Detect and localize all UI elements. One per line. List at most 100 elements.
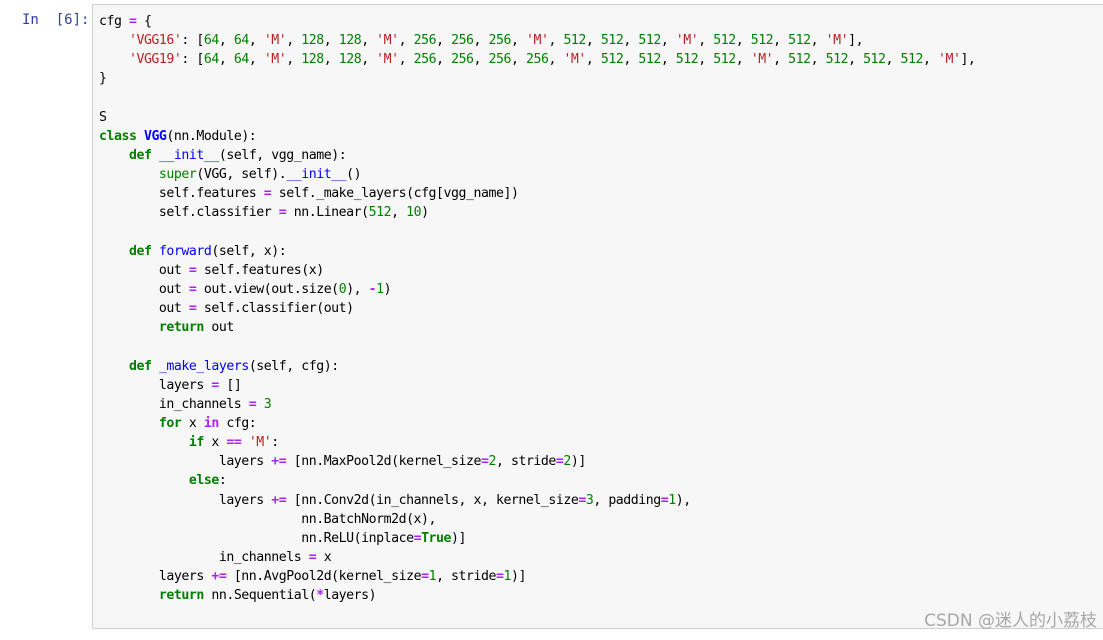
code-token: , <box>218 33 234 49</box>
code-line: layers = [] <box>99 376 975 395</box>
code-line: for x in cfg: <box>99 414 975 433</box>
code-token: 128 <box>301 52 324 68</box>
code-token: , <box>473 33 489 49</box>
code-token: 512 <box>600 33 624 49</box>
code-token: 64 <box>233 33 249 49</box>
code-token: nn.ReLU(inplace <box>99 530 414 546</box>
code-token: 64 <box>203 52 219 68</box>
code-token: , <box>810 33 826 49</box>
code-line: self.classifier = nn.Linear(512, 10) <box>99 203 975 222</box>
code-token: def <box>128 358 152 374</box>
code-token: 512 <box>638 33 661 49</box>
code-token: x <box>203 435 227 451</box>
code-token: (self, x): <box>211 243 287 259</box>
code-token: , padding <box>593 492 661 508</box>
code-token: 'M' <box>248 435 272 451</box>
code-token: (VGG, self). <box>196 167 287 183</box>
code-token: += <box>271 454 287 470</box>
code-token: self.features <box>99 186 264 202</box>
code-line: } <box>99 69 975 88</box>
code-token: , stride <box>436 569 496 585</box>
code-token: VGG <box>143 128 167 144</box>
code-token: self.classifier(out) <box>196 301 354 317</box>
code-token: cfg: <box>218 415 257 431</box>
code-token: , <box>391 205 407 221</box>
code-token: , <box>436 52 452 68</box>
code-token: _make_layers <box>158 358 249 374</box>
code-token: , <box>248 52 264 68</box>
code-line: else: <box>99 471 975 490</box>
code-token: 512 <box>713 52 736 68</box>
code-token: 512 <box>713 33 736 49</box>
code-token: , <box>361 33 377 49</box>
code-token: __init__ <box>158 147 219 163</box>
code-token: , <box>698 33 714 49</box>
code-token: 512 <box>788 33 811 49</box>
code-token: } <box>99 71 107 87</box>
code-line: 'VGG19': [64, 64, 'M', 128, 128, 'M', 25… <box>99 50 976 69</box>
input-prompt: In [6]: <box>22 12 90 28</box>
code-token: else <box>188 473 219 489</box>
code-token: 512 <box>825 52 849 68</box>
code-token: )] <box>510 569 526 585</box>
code-token: ], <box>848 33 864 49</box>
code-token: 1 <box>428 569 437 585</box>
code-token: 1 <box>376 281 384 297</box>
code-token: , <box>848 52 864 68</box>
code-token: in_channels <box>99 549 309 565</box>
code-token: 256 <box>525 52 549 68</box>
code-token: () <box>346 167 362 183</box>
code-text[interactable]: cfg = { 'VGG16': [64, 64, 'M', 128, 128,… <box>99 12 976 605</box>
code-token: , <box>735 33 751 49</box>
code-token: , <box>548 52 564 68</box>
code-line: S <box>99 108 975 127</box>
code-token: ) <box>383 281 392 297</box>
code-token: , <box>660 33 676 49</box>
code-token: 128 <box>301 33 324 49</box>
code-line: return out <box>99 318 975 337</box>
code-token: 256 <box>488 52 512 68</box>
code-token: += <box>211 569 227 585</box>
code-token: += <box>271 492 287 508</box>
code-token: forward <box>158 243 212 259</box>
code-token: layers <box>99 492 272 508</box>
code-line: if x == 'M': <box>99 433 975 452</box>
code-token: = <box>578 492 586 508</box>
code-token: , <box>585 52 601 68</box>
code-token: self.features(x) <box>196 262 324 278</box>
code-token: if <box>188 435 204 451</box>
code-token: (self, cfg): <box>248 358 339 374</box>
code-token: , <box>511 52 526 68</box>
code-token: [nn.AvgPool2d(kernel_size <box>226 569 422 585</box>
code-token: 128 <box>338 52 362 68</box>
code-token: out <box>203 320 234 336</box>
code-line: in_channels = 3 <box>99 395 975 414</box>
code-token: , <box>660 52 676 68</box>
code-token: out <box>99 301 189 317</box>
code-token: 512 <box>600 52 624 68</box>
code-token: [nn.MaxPool2d(kernel_size <box>286 454 482 470</box>
code-token: , <box>922 52 938 68</box>
code-token: , <box>585 33 601 49</box>
code-token: super <box>158 167 197 183</box>
code-line: return nn.Sequential(*layers) <box>99 586 975 605</box>
code-token: : <box>271 435 279 451</box>
code-token: , <box>735 52 751 68</box>
code-token: (self, vgg_name): <box>218 147 347 163</box>
code-line: layers += [nn.MaxPool2d(kernel_size=2, s… <box>99 452 975 471</box>
code-token: 'VGG19' <box>128 52 182 68</box>
code-token: , <box>773 52 789 68</box>
code-token: 64 <box>203 33 219 49</box>
code-token: , <box>323 33 339 49</box>
code-editor[interactable]: cfg = { 'VGG16': [64, 64, 'M', 128, 128,… <box>92 4 1103 629</box>
code-token: 512 <box>788 52 811 68</box>
code-token: 512 <box>675 52 699 68</box>
